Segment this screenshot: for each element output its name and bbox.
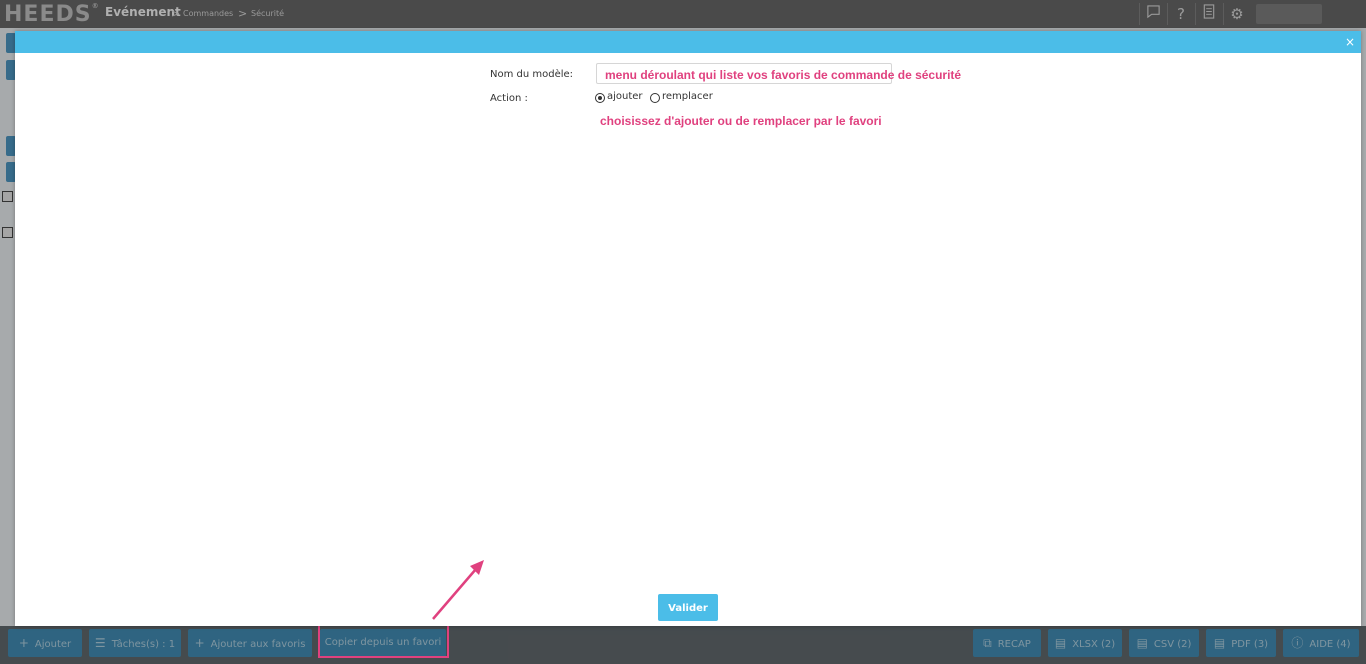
breadcrumb-event[interactable]: Evénement (105, 5, 181, 19)
radio-add-label[interactable]: ajouter (607, 91, 643, 102)
action-label: Action : (490, 93, 528, 104)
breadcrumb-security: Sécurité (251, 9, 285, 18)
model-name-label: Nom du modèle: (490, 69, 574, 80)
breadcrumb-separator: > (171, 7, 181, 20)
breadcrumb-separator: > (238, 7, 248, 20)
heeds-logo[interactable]: HEEDS® (4, 2, 100, 27)
help-icon[interactable]: ? (1167, 3, 1194, 25)
favorite-copy-modal: × Nom du modèle: menu déroulant qui list… (15, 31, 1361, 626)
submit-button[interactable]: Valider (658, 594, 718, 621)
top-bar: HEEDS® Evénement > Commandes > Sécurité … (0, 0, 1366, 28)
radio-replace[interactable] (650, 93, 660, 103)
breadcrumb-orders[interactable]: Commandes (183, 9, 233, 18)
dropdown-annotation: menu déroulant qui liste vos favoris de … (605, 68, 962, 82)
action-annotation: choisissez d'ajouter ou de remplacer par… (600, 114, 882, 128)
book-icon[interactable] (1195, 3, 1222, 25)
close-icon[interactable]: × (1345, 34, 1355, 50)
gear-icon[interactable]: ⚙ (1223, 3, 1250, 25)
modal-header: × (15, 31, 1361, 53)
user-menu[interactable] (1256, 4, 1322, 24)
highlight-box (318, 624, 449, 658)
radio-replace-label[interactable]: remplacer (662, 91, 713, 102)
chat-icon[interactable] (1139, 3, 1166, 25)
radio-add[interactable] (595, 93, 605, 103)
